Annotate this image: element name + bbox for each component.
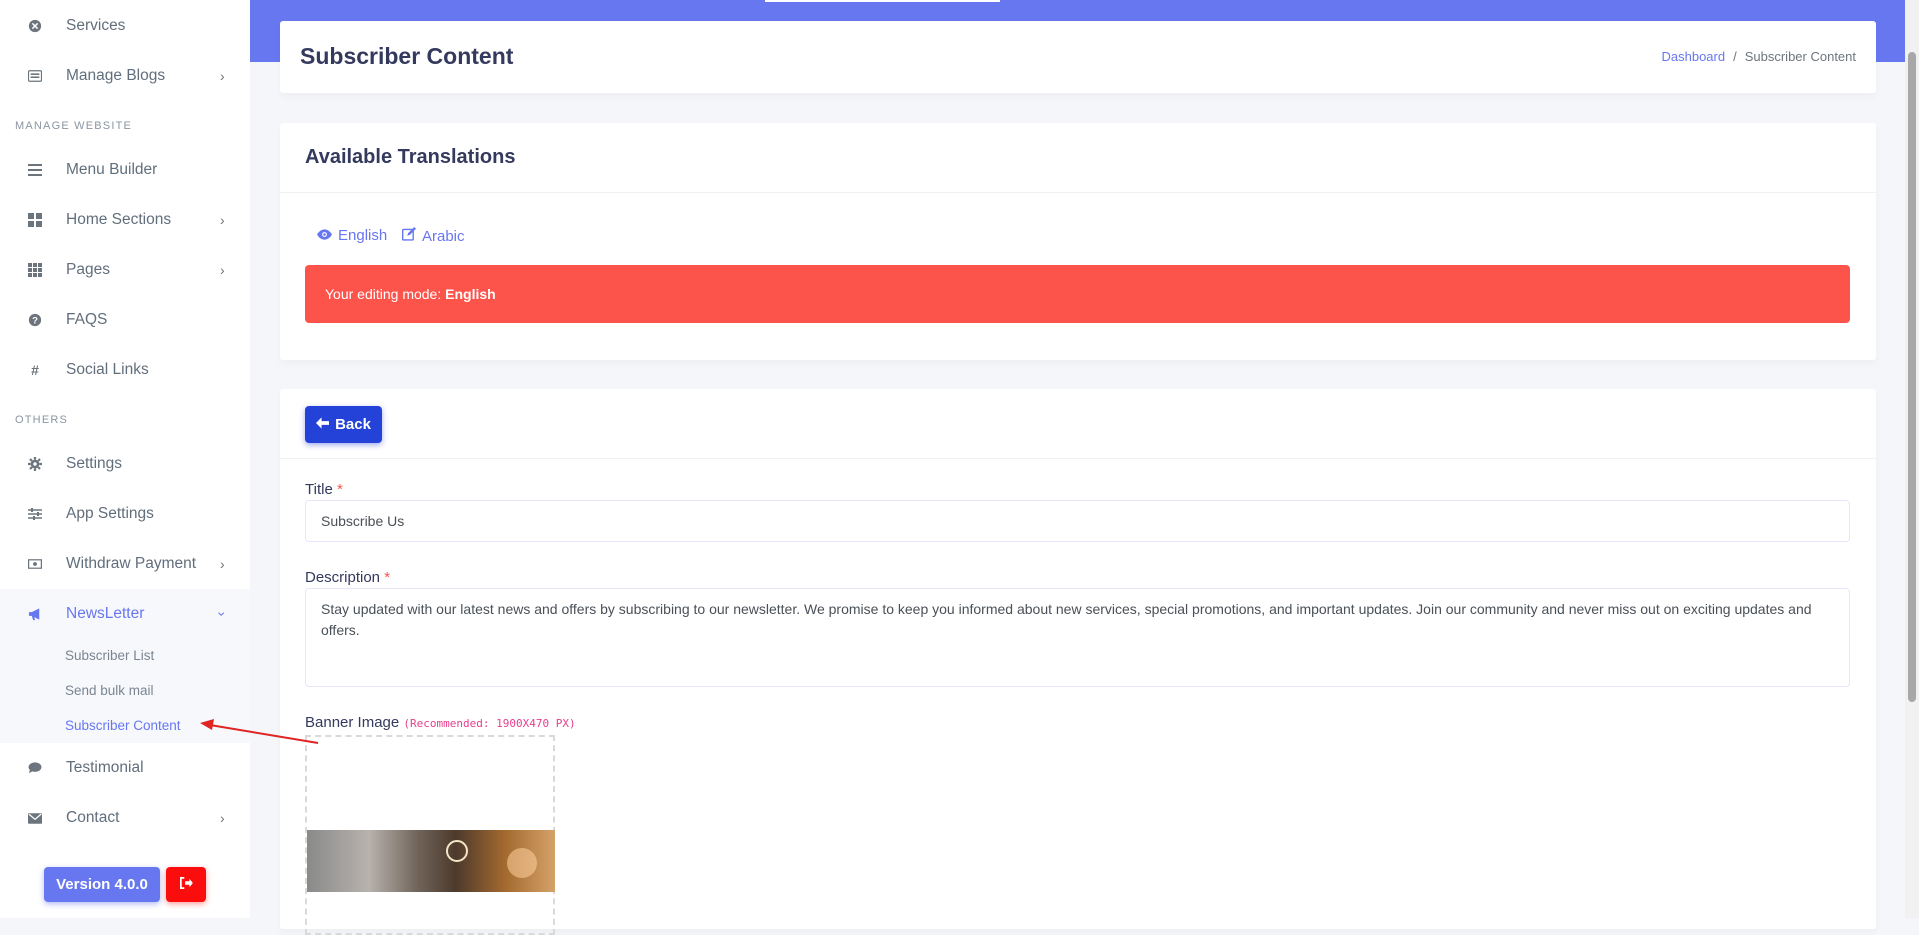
translation-english-link[interactable]: English	[317, 227, 387, 244]
scrollbar-thumb[interactable]	[1908, 52, 1916, 702]
chevron-right-icon: ›	[220, 810, 225, 826]
alert-prefix: Your editing mode:	[325, 286, 442, 302]
chevron-right-icon: ›	[220, 212, 225, 228]
banner-decor-glow	[507, 848, 537, 878]
banner-label-text: Banner Image	[305, 714, 400, 731]
cog-icon	[27, 456, 43, 472]
translations-title: Available Translations	[305, 146, 516, 168]
envelope-icon	[27, 810, 43, 826]
chevron-down-icon: ›	[214, 611, 231, 617]
th-large-icon	[27, 212, 43, 228]
sidebar-item-label: Pages	[66, 261, 110, 278]
sidebar-item-faqs[interactable]: ? FAQS	[0, 295, 250, 345]
translations-card: Available Translations English Arabic Yo…	[280, 123, 1876, 360]
back-button-label: Back	[335, 416, 371, 433]
logout-button[interactable]	[166, 867, 206, 902]
sidebar-item-label: FAQS	[66, 311, 108, 328]
submenu-item-send-bulk-mail[interactable]: Send bulk mail	[65, 683, 154, 698]
sidebar-item-services[interactable]: Services	[0, 0, 250, 50]
th-icon	[27, 262, 43, 278]
comment-icon	[27, 760, 43, 776]
translation-english-label: English	[338, 227, 388, 244]
sidebar-item-app-settings[interactable]: App Settings	[0, 489, 250, 539]
card-divider	[280, 458, 1876, 459]
description-label-text: Description	[305, 569, 381, 586]
sidebar-item-testimonial[interactable]: Testimonial	[0, 743, 250, 793]
money-bill-icon	[27, 556, 43, 572]
version-button[interactable]: Version 4.0.0	[44, 867, 160, 902]
editing-mode-alert: Your editing mode: English	[305, 265, 1850, 323]
form-card: Back Title * Subscribe Us Description * …	[280, 389, 1876, 935]
sidebar-item-settings[interactable]: Settings	[0, 439, 250, 489]
breadcrumb: Dashboard / Subscriber Content	[1661, 49, 1856, 64]
description-label: Description *	[305, 569, 390, 586]
breadcrumb-current: Subscriber Content	[1744, 49, 1856, 64]
section-header: Subscriber Content Dashboard / Subscribe…	[280, 21, 1876, 93]
svg-text:?: ?	[32, 316, 38, 327]
title-input[interactable]: Subscribe Us	[305, 500, 1850, 542]
edit-icon	[402, 227, 416, 245]
sidebar-item-menu-builder[interactable]: Menu Builder	[0, 145, 250, 195]
title-label: Title *	[305, 481, 343, 498]
title-label-text: Title	[305, 481, 333, 498]
newsletter-submenu: Subscriber List Send bulk mail Subscribe…	[0, 639, 250, 743]
breadcrumb-separator: /	[1733, 49, 1737, 64]
sidebar-item-manage-blogs[interactable]: Manage Blogs ›	[0, 51, 250, 101]
sidebar: Services Manage Blogs › Manage Website M…	[0, 0, 250, 918]
sidebar-item-label: Withdraw Payment	[66, 555, 197, 572]
page-scrollbar[interactable]	[1905, 0, 1919, 918]
sidebar-header-others: Others	[15, 414, 69, 426]
alert-language: English	[445, 286, 496, 302]
banner-hint: (Recommended: 1900X470 PX)	[403, 717, 576, 730]
breadcrumb-dashboard-link[interactable]: Dashboard	[1661, 49, 1725, 64]
sidebar-item-label: Settings	[66, 455, 123, 472]
sidebar-item-label: Contact	[66, 809, 120, 826]
translation-arabic-link[interactable]: Arabic	[402, 227, 465, 245]
chevron-right-icon: ›	[220, 68, 225, 84]
sidebar-item-label: Manage Blogs	[66, 67, 166, 84]
description-textarea[interactable]: Stay updated with our latest news and of…	[305, 588, 1850, 687]
sign-out-icon	[179, 876, 193, 894]
sidebar-item-label: App Settings	[66, 505, 154, 522]
question-circle-icon: ?	[27, 312, 43, 328]
times-circle-icon	[27, 18, 43, 34]
bars-icon	[27, 162, 43, 178]
translation-arabic-label: Arabic	[422, 227, 465, 245]
sidebar-item-label: Testimonial	[66, 759, 144, 776]
chevron-right-icon: ›	[220, 262, 225, 278]
sidebar-item-social-links[interactable]: # Social Links	[0, 345, 250, 395]
banner-image-label: Banner Image (Recommended: 1900X470 PX)	[305, 714, 576, 731]
hashtag-icon: #	[31, 362, 39, 378]
sliders-icon	[27, 506, 43, 522]
sidebar-item-contact[interactable]: Contact ›	[0, 793, 250, 843]
sidebar-item-label: Menu Builder	[66, 161, 158, 178]
submenu-item-subscriber-list[interactable]: Subscriber List	[65, 648, 154, 663]
card-divider	[280, 192, 1876, 193]
back-button[interactable]: Back	[305, 406, 382, 443]
sidebar-item-home-sections[interactable]: Home Sections ›	[0, 195, 250, 245]
sidebar-item-label: Home Sections	[66, 211, 172, 228]
sidebar-item-label: Social Links	[66, 361, 149, 378]
sidebar-item-newsletter[interactable]: NewsLetter ›	[0, 589, 250, 639]
sidebar-header-manage-website: Manage Website	[15, 120, 133, 132]
page-title: Subscriber Content	[300, 43, 514, 69]
submenu-item-subscriber-content[interactable]: Subscriber Content	[65, 718, 181, 733]
sidebar-item-withdraw-payment[interactable]: Withdraw Payment ›	[0, 539, 250, 589]
required-mark: *	[384, 569, 391, 586]
list-alt-icon	[27, 68, 43, 84]
arrow-left-icon	[316, 416, 330, 433]
sidebar-item-pages[interactable]: Pages ›	[0, 245, 250, 295]
banner-image-preview	[307, 830, 555, 892]
banner-image-upload[interactable]	[305, 735, 555, 935]
sidebar-item-label: NewsLetter	[66, 605, 145, 622]
navbar-search-edge	[765, 0, 1000, 2]
required-mark: *	[336, 481, 343, 498]
bullhorn-icon	[27, 606, 43, 622]
sidebar-item-label: Services	[66, 17, 126, 34]
chevron-right-icon: ›	[220, 556, 225, 572]
eye-icon	[317, 227, 332, 244]
banner-decor-circle	[446, 840, 468, 862]
